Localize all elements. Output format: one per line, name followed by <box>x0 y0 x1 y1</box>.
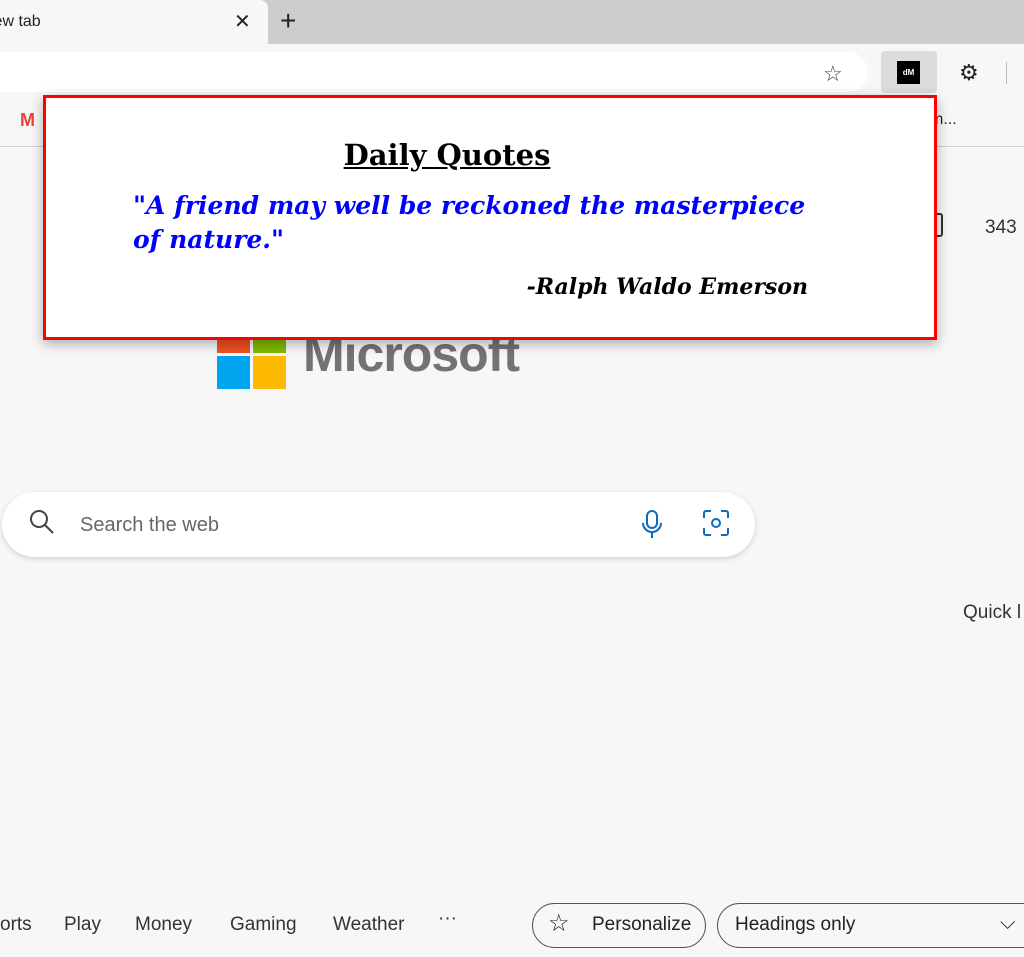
search-icon <box>30 510 54 534</box>
nav-more[interactable]: ··· <box>438 908 457 930</box>
nav-gaming[interactable]: Gaming <box>230 914 297 936</box>
tab-title: New tab <box>0 13 41 30</box>
gmail-icon[interactable]: M <box>20 110 35 131</box>
search-input[interactable]: Search the web <box>80 514 219 537</box>
popup-title: Daily Quotes <box>343 138 551 172</box>
nav-money[interactable]: Money <box>135 914 192 936</box>
rewards-count[interactable]: 343 <box>985 217 1017 239</box>
nav-play[interactable]: Play <box>64 914 101 936</box>
add-favorite-icon[interactable]: ☆ <box>823 61 843 87</box>
personalize-label: Personalize <box>592 914 692 935</box>
extension-logo-icon[interactable]: dM <box>897 61 920 84</box>
star-pen-icon: ☆ <box>548 910 570 937</box>
quick-links-label: Quick l <box>963 602 1022 623</box>
new-tab-button[interactable]: + <box>280 5 296 37</box>
divider <box>1006 62 1007 84</box>
nav-sports[interactable]: orts <box>0 914 32 936</box>
quote-text: "A friend may well be reckoned the maste… <box>133 191 806 254</box>
visual-search-icon[interactable] <box>701 508 731 538</box>
quote-author: -Ralph Waldo Emerson <box>526 274 808 300</box>
feed-layout-value: Headings only <box>735 914 856 935</box>
address-bar[interactable] <box>0 52 868 92</box>
extensions-puzzle-icon[interactable]: ⚙ <box>959 60 979 86</box>
close-tab-icon[interactable]: ✕ <box>234 9 251 34</box>
microphone-icon[interactable] <box>640 508 664 540</box>
chevron-down-icon: ⌵ <box>1000 912 1016 934</box>
nav-weather[interactable]: Weather <box>333 914 404 936</box>
